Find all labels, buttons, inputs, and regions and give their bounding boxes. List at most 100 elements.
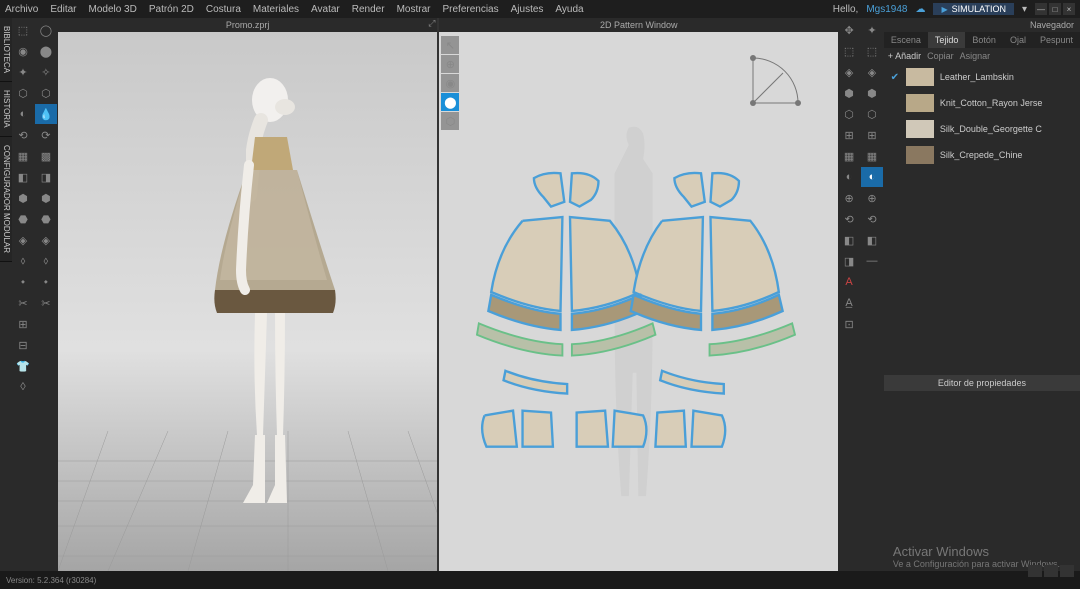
- tool-button[interactable]: ◐: [12, 104, 34, 124]
- assign-button[interactable]: Asignar: [960, 51, 991, 61]
- pattern-canvas[interactable]: [439, 32, 838, 571]
- fabric-item[interactable]: Knit_Cotton_Rayon Jerse: [884, 90, 1080, 116]
- tool-button[interactable]: ◈: [838, 62, 860, 82]
- tool-button[interactable]: ⊕: [861, 188, 883, 208]
- add-button[interactable]: + Añadir: [888, 51, 921, 61]
- tab-scene[interactable]: Escena: [884, 32, 928, 48]
- 2d-viewport[interactable]: 2D Pattern Window ↖ ⊕ ◉ ⬤ ⬡: [437, 18, 838, 571]
- properties-header[interactable]: Editor de propiedades: [884, 375, 1080, 391]
- tool-button[interactable]: ⊟: [12, 335, 34, 355]
- tool-button[interactable]: ▦: [861, 146, 883, 166]
- tool-button[interactable]: ✂: [12, 293, 34, 313]
- check-icon[interactable]: [890, 124, 900, 134]
- tool-button[interactable]: ⬨: [35, 251, 57, 271]
- user-name[interactable]: Mgs1948: [866, 4, 907, 15]
- tool-button[interactable]: ⬚: [838, 41, 860, 61]
- menu-item[interactable]: Preferencias: [442, 4, 498, 15]
- maximize-icon[interactable]: □: [1049, 3, 1061, 15]
- tool-button[interactable]: ◐: [838, 167, 860, 187]
- fabric-item[interactable]: Silk_Double_Georgette C: [884, 116, 1080, 142]
- tool-button[interactable]: ⬣: [12, 209, 34, 229]
- tool-button[interactable]: ◉: [12, 41, 34, 61]
- check-icon[interactable]: [890, 150, 900, 160]
- status-icon[interactable]: [1060, 565, 1074, 577]
- tool-button[interactable]: ⬚: [861, 41, 883, 61]
- tool-button[interactable]: ▦: [12, 146, 34, 166]
- vtab-library[interactable]: BIBLIOTECA: [0, 18, 12, 82]
- tool-button[interactable]: ◐: [861, 167, 883, 187]
- check-icon[interactable]: [890, 98, 900, 108]
- vtab-history[interactable]: HISTORIA: [0, 82, 12, 137]
- tool-button[interactable]: A̲: [838, 293, 860, 313]
- tool-button[interactable]: ✦: [12, 62, 34, 82]
- tool-button[interactable]: ⬢: [35, 188, 57, 208]
- tab-fabric[interactable]: Tejido: [928, 32, 966, 48]
- tool-button[interactable]: ⊞: [12, 314, 34, 334]
- check-icon[interactable]: ✔: [890, 72, 900, 82]
- cloud-icon[interactable]: ☁: [915, 4, 925, 15]
- tool-button[interactable]: ◧: [12, 167, 34, 187]
- tab-button[interactable]: Botón: [965, 32, 1003, 48]
- minimize-icon[interactable]: —: [1035, 3, 1047, 15]
- menu-item[interactable]: Costura: [206, 4, 241, 15]
- tool-button[interactable]: ⟲: [12, 125, 34, 145]
- tool-button[interactable]: ⬨: [12, 251, 34, 271]
- tool-button[interactable]: ⬡: [861, 104, 883, 124]
- tool-button[interactable]: ◈: [35, 230, 57, 250]
- tool-button[interactable]: ⊞: [838, 125, 860, 145]
- tool-button[interactable]: 👕: [12, 356, 34, 376]
- close-icon[interactable]: ×: [1063, 3, 1075, 15]
- tool-button[interactable]: ✥: [838, 20, 860, 40]
- tool-button[interactable]: ⊡: [838, 314, 860, 334]
- menu-item[interactable]: Materiales: [253, 4, 299, 15]
- simulation-button[interactable]: SIMULATION: [933, 3, 1014, 15]
- tool-button[interactable]: ✦: [861, 20, 883, 40]
- menu-item[interactable]: Editar: [50, 4, 76, 15]
- tool-button[interactable]: ⟲: [838, 209, 860, 229]
- vtab-config[interactable]: CONFIGURADOR MODULAR: [0, 137, 12, 262]
- tool-button[interactable]: ◯: [35, 20, 57, 40]
- tab-buttonhole[interactable]: Ojal: [1003, 32, 1033, 48]
- status-icon[interactable]: [1028, 565, 1042, 577]
- menu-item[interactable]: Ajustes: [511, 4, 544, 15]
- dropdown-icon[interactable]: ▾: [1022, 4, 1027, 15]
- tool-button[interactable]: ◈: [861, 62, 883, 82]
- tool-button[interactable]: ⬡: [35, 83, 57, 103]
- tool-button[interactable]: ⬢: [838, 83, 860, 103]
- tool-button[interactable]: ⬢: [861, 83, 883, 103]
- tool-button[interactable]: ⊕: [838, 188, 860, 208]
- tool-button[interactable]: ◨: [35, 167, 57, 187]
- tool-button[interactable]: ◧: [838, 230, 860, 250]
- menu-item[interactable]: Archivo: [5, 4, 38, 15]
- tool-button[interactable]: ◨: [838, 251, 860, 271]
- tool-button[interactable]: ◧: [861, 230, 883, 250]
- tool-button[interactable]: ⟳: [35, 125, 57, 145]
- tool-button[interactable]: ✧: [35, 62, 57, 82]
- fabric-item[interactable]: ✔ Leather_Lambskin: [884, 64, 1080, 90]
- tool-button[interactable]: ◈: [12, 230, 34, 250]
- menu-item[interactable]: Avatar: [311, 4, 340, 15]
- menu-item[interactable]: Ayuda: [555, 4, 583, 15]
- tool-button[interactable]: ⬡: [12, 83, 34, 103]
- tool-button[interactable]: 💧: [35, 104, 57, 124]
- tool-button[interactable]: A: [838, 272, 860, 292]
- tool-button[interactable]: ⬚: [12, 20, 34, 40]
- fabric-item[interactable]: Silk_Crepede_Chine: [884, 142, 1080, 168]
- menu-item[interactable]: Modelo 3D: [88, 4, 136, 15]
- tool-button[interactable]: ⊞: [861, 125, 883, 145]
- viewport-expand-icon[interactable]: ⤢: [428, 18, 435, 29]
- tool-button[interactable]: ⬢: [12, 188, 34, 208]
- copy-button[interactable]: Copiar: [927, 51, 954, 61]
- tool-button[interactable]: ▦: [838, 146, 860, 166]
- tool-button[interactable]: ⬣: [35, 209, 57, 229]
- tool-button[interactable]: ⬤: [35, 41, 57, 61]
- tool-button[interactable]: ✂: [35, 293, 57, 313]
- tool-button[interactable]: ▩: [35, 146, 57, 166]
- tab-stitch[interactable]: Pespunt: [1033, 32, 1080, 48]
- tool-button[interactable]: ⬩: [12, 272, 34, 292]
- tool-button[interactable]: ⬩: [35, 272, 57, 292]
- menu-item[interactable]: Mostrar: [397, 4, 431, 15]
- tool-button[interactable]: ⟲: [861, 209, 883, 229]
- 3d-viewport[interactable]: Promo.zprj ⤢: [58, 18, 438, 571]
- tool-button[interactable]: ―: [861, 251, 883, 271]
